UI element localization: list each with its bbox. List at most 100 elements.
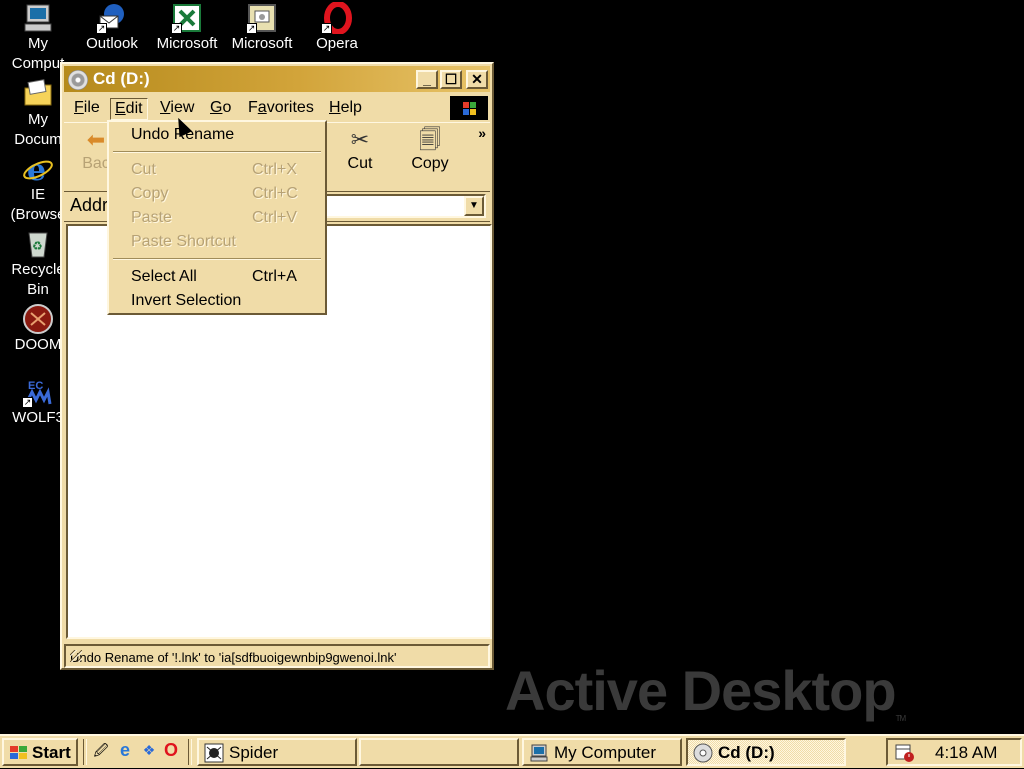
menu-item-undo-rename[interactable]: Undo Rename bbox=[109, 124, 325, 146]
task-label: My Computer bbox=[554, 743, 657, 762]
menu-item-shortcut: Ctrl+V bbox=[252, 209, 297, 226]
windows-logo-icon bbox=[450, 96, 488, 120]
desktop-icon-powerpoint[interactable]: ↗ Microsoft bbox=[224, 2, 300, 54]
opera-quicklaunch-icon[interactable]: O bbox=[162, 741, 180, 759]
desktop-icon-outlook[interactable]: ↗ Outlook bbox=[74, 2, 150, 54]
cd-drive-icon bbox=[68, 70, 88, 90]
menu-go[interactable]: Go bbox=[206, 98, 235, 120]
menu-item-select-all[interactable]: Select All Ctrl+A bbox=[109, 266, 325, 288]
menu-go-mnemonic: G bbox=[210, 99, 223, 116]
wolf3d-icon: EC ↗ bbox=[22, 376, 54, 408]
my-computer-icon bbox=[22, 2, 54, 34]
clock[interactable]: 4:18 AM bbox=[935, 743, 997, 763]
menu-item-shortcut: Ctrl+C bbox=[252, 185, 298, 202]
menu-favorites-rest: vorites bbox=[266, 99, 314, 116]
shortcut-arrow-icon: ↗ bbox=[22, 397, 33, 408]
menu-item-label: Select All bbox=[131, 268, 197, 285]
svg-text:EC: EC bbox=[28, 380, 43, 392]
spider-icon bbox=[204, 743, 224, 763]
channels-icon[interactable]: ❖ bbox=[140, 741, 158, 759]
system-tray: 4:18 AM bbox=[886, 738, 1022, 766]
menu-file-rest: ile bbox=[83, 99, 100, 116]
menu-item-label: Paste Shortcut bbox=[131, 233, 236, 250]
my-computer-icon bbox=[529, 743, 549, 763]
resize-grip-icon[interactable] bbox=[70, 650, 82, 662]
status-bar: Undo Rename of '!.lnk' to 'ia[sdfbuoigew… bbox=[64, 644, 490, 668]
menu-bar: File Edit View Go Favorites Help bbox=[64, 94, 490, 122]
watermark-trademark: TM bbox=[895, 714, 907, 723]
taskbar: Start 🖉 e ❖ O Spider My Computer Cd (D:)… bbox=[0, 734, 1024, 768]
menu-favorites-pre: F bbox=[248, 99, 258, 116]
desktop-icon-label: Outlook bbox=[86, 35, 138, 52]
desktop-icon-excel[interactable]: ↗ Microsoft bbox=[149, 2, 225, 54]
taskbar-button-my-computer[interactable]: My Computer bbox=[522, 738, 682, 766]
desktop-icon-label: Opera bbox=[316, 35, 358, 52]
maximize-button[interactable]: ☐ bbox=[440, 70, 462, 89]
ie-quicklaunch-icon[interactable]: e bbox=[116, 741, 134, 759]
show-desktop-icon[interactable]: 🖉 bbox=[92, 741, 110, 759]
address-input[interactable]: ▼ bbox=[319, 194, 486, 218]
menu-item-copy[interactable]: Copy Ctrl+C bbox=[109, 183, 325, 205]
desktop-icon-opera[interactable]: ↗ Opera bbox=[299, 1, 375, 54]
menu-view[interactable]: View bbox=[156, 98, 198, 120]
task-label: Cd (D:) bbox=[718, 743, 775, 762]
copy-label: Copy bbox=[411, 155, 449, 172]
shortcut-arrow-icon: ↗ bbox=[321, 23, 332, 34]
scissors-icon: ✂ bbox=[350, 127, 370, 152]
ie-icon: e bbox=[22, 153, 54, 188]
menu-edit-mnemonic: E bbox=[115, 100, 126, 117]
status-text: Undo Rename of '!.lnk' to 'ia[sdfbuoigew… bbox=[70, 650, 397, 665]
menu-item-cut[interactable]: Cut Ctrl+X bbox=[109, 159, 325, 181]
task-label: Spider bbox=[229, 743, 279, 762]
menu-separator bbox=[113, 151, 321, 153]
active-desktop-watermark: Active DesktopTM bbox=[505, 658, 907, 723]
menu-view-mnemonic: V bbox=[160, 99, 171, 116]
svg-text:♻: ♻ bbox=[32, 239, 43, 253]
menu-item-invert-selection[interactable]: Invert Selection bbox=[109, 290, 325, 312]
menu-favorites[interactable]: Favorites bbox=[244, 98, 318, 120]
powerpoint-icon: ↗ bbox=[246, 2, 278, 34]
menu-file-mnemonic: F bbox=[74, 99, 84, 116]
cd-drive-icon bbox=[693, 743, 713, 763]
menu-item-label: Copy bbox=[131, 185, 169, 202]
cut-button[interactable]: ✂ Cut bbox=[330, 125, 390, 185]
menu-item-paste[interactable]: Paste Ctrl+V bbox=[109, 207, 325, 229]
taskbar-button-blank[interactable] bbox=[359, 738, 519, 766]
edit-menu-dropdown: Undo Rename Cut Ctrl+X Copy Ctrl+C Paste… bbox=[107, 120, 327, 315]
cut-label: Cut bbox=[347, 155, 373, 172]
toolbar-chevron-icon[interactable]: » bbox=[478, 125, 486, 141]
scheduler-icon[interactable] bbox=[894, 742, 916, 764]
menu-help-rest: elp bbox=[340, 99, 362, 116]
start-button[interactable]: Start bbox=[2, 738, 78, 766]
close-button[interactable]: ✕ bbox=[466, 70, 488, 89]
copy-button[interactable]: 🗐 Copy bbox=[400, 125, 460, 185]
quicklaunch-divider bbox=[188, 739, 192, 765]
menu-item-label: Invert Selection bbox=[131, 292, 242, 309]
desktop-icon-label: Microsoft bbox=[231, 35, 293, 52]
menu-file[interactable]: File bbox=[70, 98, 104, 120]
dropdown-arrow-icon[interactable]: ▼ bbox=[464, 196, 484, 216]
shortcut-arrow-icon: ↗ bbox=[246, 23, 257, 34]
menu-item-label: Paste bbox=[131, 209, 172, 226]
desktop-icon-label: My bbox=[28, 35, 48, 52]
back-label: Bac bbox=[82, 155, 110, 172]
menu-help[interactable]: Help bbox=[325, 98, 366, 120]
menu-view-rest: iew bbox=[170, 99, 195, 116]
menu-item-shortcut: Ctrl+X bbox=[252, 161, 297, 178]
menu-item-label: Cut bbox=[131, 161, 156, 178]
shortcut-arrow-icon: ↗ bbox=[96, 23, 107, 34]
desktop-icon-label: Microsoft bbox=[156, 35, 218, 52]
menu-separator bbox=[113, 258, 321, 260]
menu-item-shortcut: Ctrl+A bbox=[252, 268, 297, 285]
menu-item-paste-shortcut[interactable]: Paste Shortcut bbox=[109, 231, 325, 253]
taskbar-button-cd-drive[interactable]: Cd (D:) bbox=[686, 738, 846, 766]
recycle-bin-icon: ♻ bbox=[22, 228, 54, 260]
title-bar[interactable]: Cd (D:) _ ☐ ✕ bbox=[64, 66, 490, 92]
taskbar-button-spider[interactable]: Spider bbox=[197, 738, 357, 766]
shortcut-arrow-icon: ↗ bbox=[171, 23, 182, 34]
start-label: Start bbox=[32, 743, 71, 762]
menu-favorites-mnemonic: a bbox=[257, 99, 267, 116]
minimize-button[interactable]: _ bbox=[416, 70, 438, 89]
menu-help-mnemonic: H bbox=[329, 99, 341, 116]
menu-edit[interactable]: Edit bbox=[110, 98, 148, 120]
